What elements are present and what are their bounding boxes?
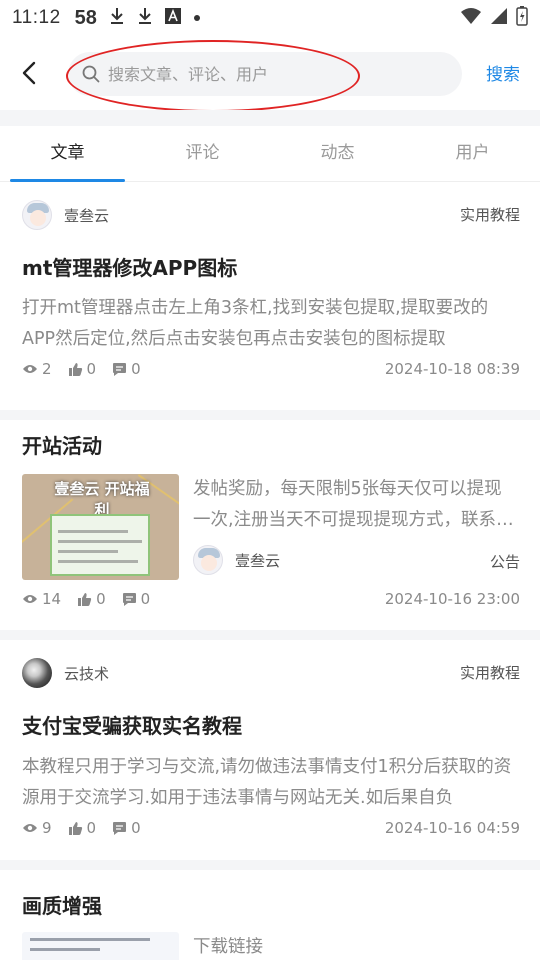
post-author[interactable]: 壹叁云 xyxy=(193,545,280,575)
battery-charging-icon xyxy=(516,5,528,31)
font-a-icon xyxy=(164,7,181,29)
tab-comments[interactable]: 评论 xyxy=(135,126,270,181)
download-icon xyxy=(109,7,125,30)
download-icon xyxy=(137,7,153,30)
eye-icon xyxy=(23,595,37,603)
post-date: 2024-10-16 04:59 xyxy=(384,819,520,837)
view-count-value: 2 xyxy=(42,360,52,378)
avatar[interactable] xyxy=(22,658,52,688)
post-category[interactable]: 实用教程 xyxy=(460,204,520,225)
thumbs-up-icon xyxy=(68,821,82,835)
like-count-value: 0 xyxy=(86,360,97,378)
tab-users[interactable]: 用户 xyxy=(405,126,540,181)
search-icon xyxy=(82,65,100,83)
post-thumbnail[interactable] xyxy=(22,932,179,960)
thumbnail-line xyxy=(30,948,100,951)
post-stats: 2 0 0 xyxy=(22,360,157,378)
post-title[interactable]: 开站活动 xyxy=(22,430,102,459)
avatar[interactable] xyxy=(193,545,223,575)
comment-count-value: 0 xyxy=(131,360,141,378)
comment-count[interactable]: 0 xyxy=(112,360,141,378)
status-bar: 11:12 58 xyxy=(0,0,540,36)
post-stats: 9 0 0 xyxy=(22,819,157,837)
comment-count-value: 0 xyxy=(140,590,151,608)
like-count[interactable]: 0 xyxy=(68,819,97,837)
view-count: 2 xyxy=(22,360,52,378)
author-name: 壹叁云 xyxy=(235,551,281,570)
thumbnail-line xyxy=(58,550,118,553)
post-card[interactable]: 云技术 实用教程 支付宝受骗获取实名教程 本教程只用于学习与交流,请勿做违法事情… xyxy=(0,640,540,870)
comment-icon xyxy=(113,821,127,835)
thumbnail-line xyxy=(58,560,138,563)
post-author[interactable]: 云技术 xyxy=(22,658,109,688)
tab-articles[interactable]: 文章 xyxy=(0,126,135,182)
tab-bar: 文章 评论 动态 用户 xyxy=(0,126,540,182)
thumbnail-line xyxy=(30,938,150,941)
eye-icon xyxy=(23,365,37,373)
like-count-value: 0 xyxy=(96,590,106,608)
thumbnail-line xyxy=(58,540,142,543)
chevron-left-icon xyxy=(22,61,36,85)
post-category[interactable]: 实用教程 xyxy=(460,662,520,683)
post-card[interactable]: 画质增强 下载链接 xyxy=(0,870,540,960)
eye-icon xyxy=(23,824,37,832)
tab-activity[interactable]: 动态 xyxy=(270,126,405,181)
section-divider xyxy=(0,110,540,126)
post-excerpt: 发帖奖励，每天限制5张每天仅可以提现一次,注册当天不可提现提现方式，联系客服 xyxy=(193,479,514,530)
like-count-value: 0 xyxy=(86,819,97,837)
post-thumbnail[interactable]: 壹叁云 开站福利 xyxy=(22,474,179,580)
back-button[interactable] xyxy=(14,58,44,88)
post-date: 2024-10-16 23:00 xyxy=(384,590,520,608)
view-count-value: 14 xyxy=(42,590,62,608)
thumbs-up-icon xyxy=(68,362,82,376)
post-category[interactable]: 公告 xyxy=(490,551,520,572)
avatar[interactable] xyxy=(22,200,52,230)
thumbnail-card xyxy=(50,514,150,576)
post-card[interactable]: 壹叁云 实用教程 mt管理器修改APP图标 打开mt管理器点击左上角3条杠,找到… xyxy=(0,182,540,420)
post-title[interactable]: 画质增强 xyxy=(22,890,102,919)
post-title[interactable]: 支付宝受骗获取实名教程 xyxy=(22,710,242,739)
search-button[interactable]: 搜索 xyxy=(486,60,520,85)
status-time: 11:12 xyxy=(12,7,61,28)
signal-icon xyxy=(490,7,508,30)
thumbnail-line xyxy=(58,530,128,533)
post-excerpt: 下载链接 xyxy=(193,937,263,957)
comment-icon xyxy=(113,362,127,376)
post-title[interactable]: mt管理器修改APP图标 xyxy=(22,252,237,281)
post-excerpt: 本教程只用于学习与交流,请勿做违法事情支付1积分后获取的资源用于交流学习.如用于… xyxy=(22,757,512,808)
view-count: 9 xyxy=(22,819,52,837)
comment-count[interactable]: 0 xyxy=(122,590,151,608)
post-stats: 14 0 0 xyxy=(22,590,166,608)
post-excerpt: 打开mt管理器点击左上角3条杠,找到安装包提取,提取要改的APP然后定位,然后点… xyxy=(22,298,489,349)
post-date: 2024-10-18 08:39 xyxy=(384,360,520,378)
thumbs-up-icon xyxy=(78,592,92,606)
view-count: 14 xyxy=(22,590,61,608)
author-name: 云技术 xyxy=(64,664,110,683)
comment-count[interactable]: 0 xyxy=(112,819,141,837)
notification-count: 58 xyxy=(74,6,97,29)
wifi-icon xyxy=(460,7,482,30)
post-card[interactable]: 开站活动 壹叁云 开站福利 发帖奖励，每天限制5张每天仅可以提现一次,注册当天不… xyxy=(0,420,540,640)
search-input[interactable] xyxy=(108,64,408,84)
like-count[interactable]: 0 xyxy=(68,360,97,378)
post-author[interactable]: 壹叁云 xyxy=(22,200,109,230)
author-name: 壹叁云 xyxy=(64,206,110,225)
comment-count-value: 0 xyxy=(131,819,141,837)
status-right-icons xyxy=(460,5,528,31)
search-header: 搜索 xyxy=(0,40,540,112)
comment-icon xyxy=(122,592,136,606)
like-count[interactable]: 0 xyxy=(77,590,106,608)
view-count-value: 9 xyxy=(42,819,52,837)
dot-icon xyxy=(193,9,201,27)
search-box[interactable] xyxy=(68,52,462,96)
